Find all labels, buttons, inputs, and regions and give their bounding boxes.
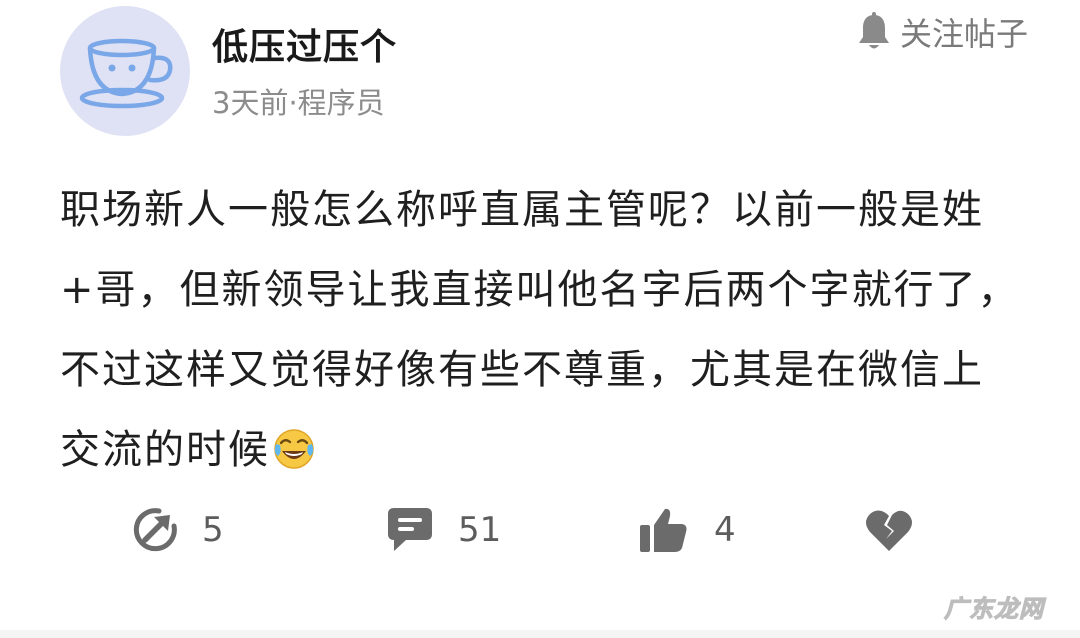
tears-of-joy-emoji-icon bbox=[272, 418, 316, 498]
follow-post-label: 关注帖子 bbox=[899, 15, 1028, 53]
share-count: 5 bbox=[202, 510, 224, 550]
comment-button[interactable]: 51 bbox=[386, 500, 501, 560]
follow-post-button[interactable]: 关注帖子 bbox=[856, 10, 1028, 54]
like-button[interactable]: 4 bbox=[638, 500, 736, 560]
broken-heart-icon bbox=[866, 510, 912, 551]
post-content-text: 职场新人一般怎么称呼直属主管呢？以前一般是姓+哥，但新领导让我直接叫他名字后两个… bbox=[60, 187, 1020, 473]
like-count: 4 bbox=[714, 510, 736, 550]
author-name[interactable]: 低压过压个 bbox=[212, 18, 397, 70]
comment-count: 51 bbox=[458, 510, 502, 550]
dislike-button[interactable] bbox=[864, 500, 914, 560]
share-button[interactable]: 5 bbox=[132, 500, 224, 560]
bottom-divider bbox=[0, 630, 1080, 638]
post-content: 职场新人一般怎么称呼直属主管呢？以前一般是姓+哥，但新领导让我直接叫他名字后两个… bbox=[60, 170, 1025, 498]
action-bar: 5 51 4 bbox=[0, 500, 1080, 560]
site-watermark: 广东龙网 bbox=[944, 595, 1044, 624]
share-icon bbox=[133, 508, 177, 552]
post-meta: 3天前·程序员 bbox=[212, 86, 385, 120]
comment-icon bbox=[388, 508, 432, 551]
bell-icon bbox=[858, 12, 889, 49]
teacup-icon bbox=[79, 38, 173, 109]
thumbs-up-icon bbox=[640, 508, 687, 552]
avatar[interactable] bbox=[60, 6, 190, 136]
